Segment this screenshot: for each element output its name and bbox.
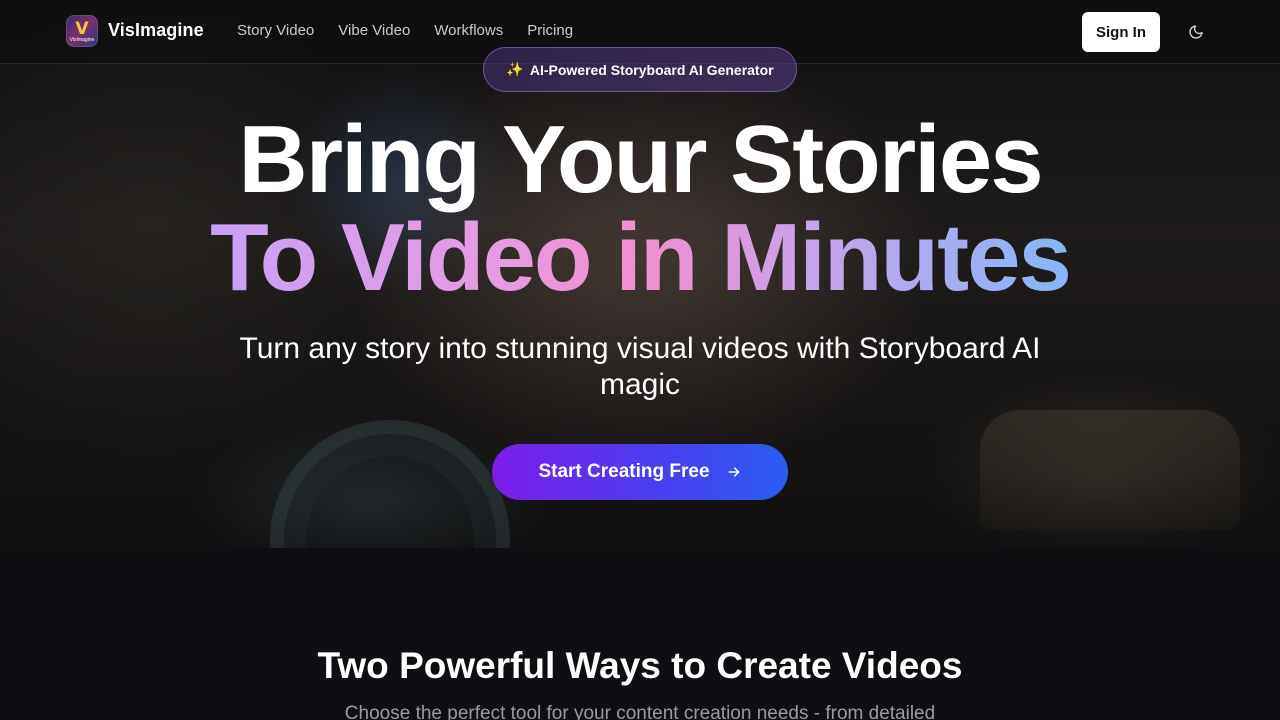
start-creating-button[interactable]: Start Creating Free — [492, 444, 788, 500]
moon-icon — [1189, 25, 1203, 39]
nav-link-vibe-video[interactable]: Vibe Video — [338, 22, 410, 39]
hero-section: V VisImagine VisImagine Story Video Vibe… — [0, 0, 1280, 548]
features-section: Two Powerful Ways to Create Videos Choos… — [0, 548, 1280, 720]
visimagine-logo-icon[interactable]: V VisImagine — [66, 15, 98, 47]
hero-subheadline: Turn any story into stunning visual vide… — [239, 332, 1041, 401]
nav-link-story-video[interactable]: Story Video — [237, 22, 314, 39]
hero-badge: ✨ AI-Powered Storyboard AI Generator — [483, 47, 797, 92]
logo-mark: V — [75, 18, 89, 39]
logo-wordmark: VisImagine — [69, 37, 95, 43]
theme-toggle-button[interactable] — [1184, 20, 1208, 44]
nav-link-pricing[interactable]: Pricing — [527, 22, 573, 39]
hero-badge-text: AI-Powered Storyboard AI Generator — [529, 61, 774, 78]
hero-headline-gradient: To Video in Minutes — [210, 204, 1072, 311]
features-description: Choose the perfect tool for your content… — [344, 703, 936, 720]
features-title: Two Powerful Ways to Create Videos — [317, 645, 963, 686]
nav-link-workflows[interactable]: Workflows — [434, 22, 503, 39]
hero-headline-line2: To Video in Minutes — [0, 206, 1280, 310]
sign-in-button[interactable]: Sign In — [1082, 12, 1160, 52]
arrow-right-icon — [728, 467, 739, 477]
sparkles-icon: ✨ — [506, 61, 524, 78]
hero-headline-line1: Bring Your Stories — [238, 106, 1043, 213]
nav-links: Story Video Vibe Video Workflows Pricing — [237, 22, 573, 39]
start-creating-label: Start Creating Free — [538, 461, 710, 482]
brand-name[interactable]: VisImagine — [108, 20, 204, 41]
